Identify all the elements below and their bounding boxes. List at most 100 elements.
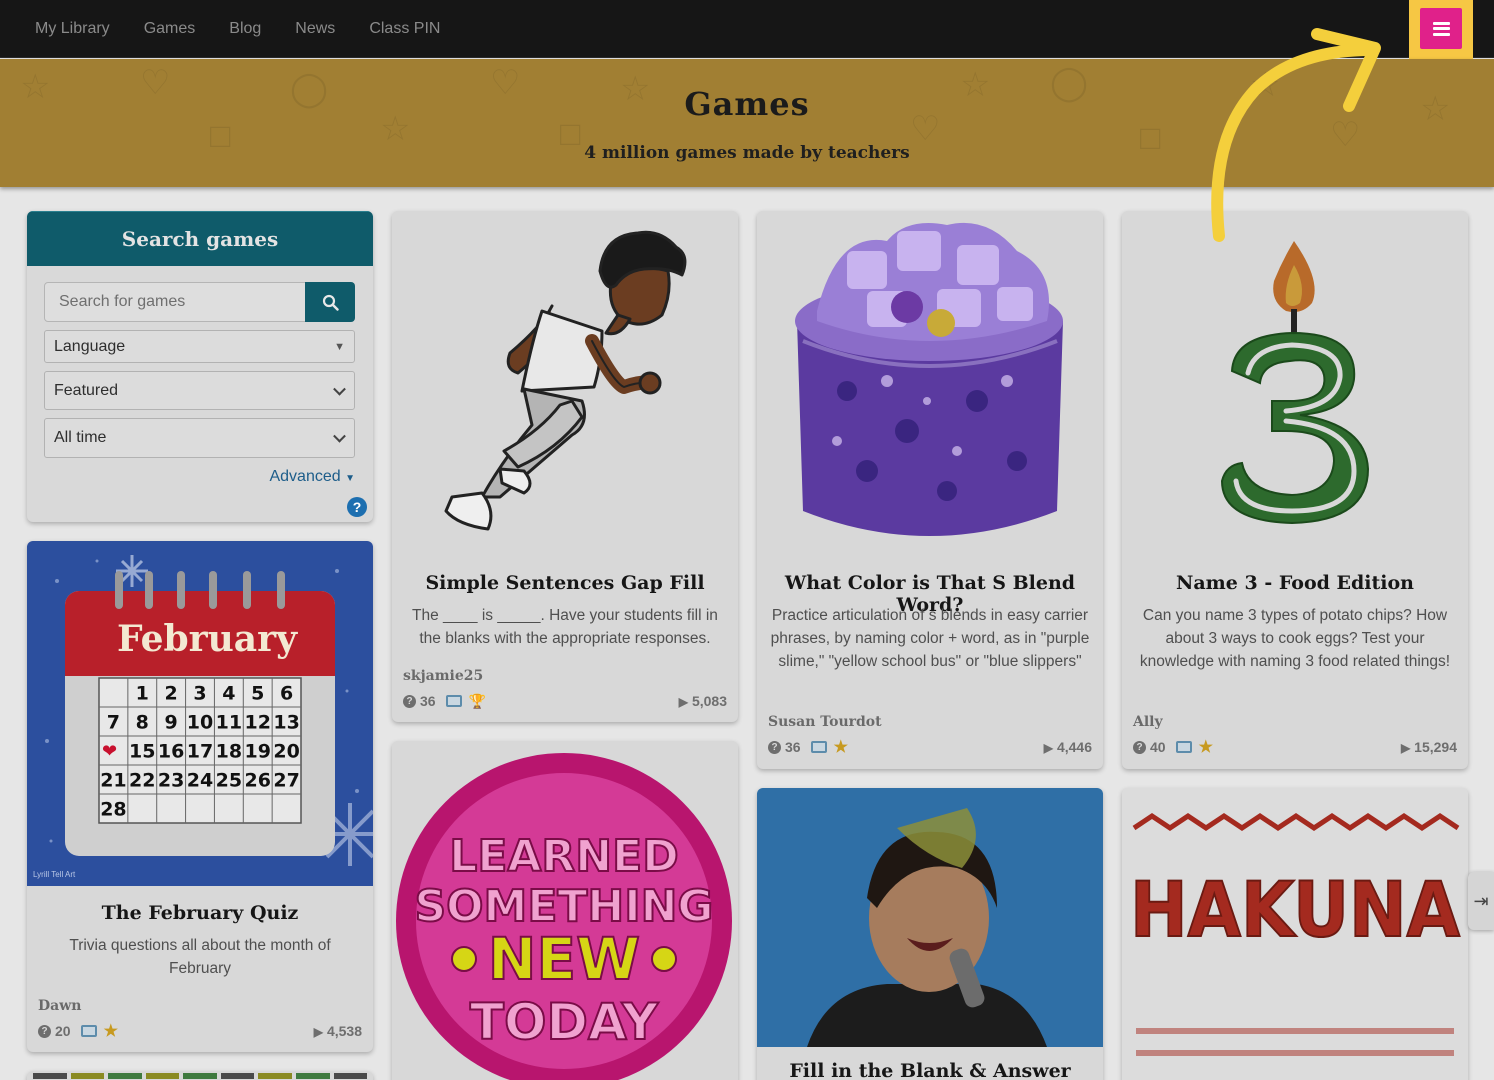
expand-icon: ⇥ (1473, 890, 1489, 911)
sort-select-value: Featured (54, 381, 119, 399)
calendar-day: 11 (216, 712, 242, 734)
badge-line-3: NEW (488, 925, 640, 993)
game-card-stats: ? 36 🏆 5,083 (403, 692, 727, 710)
image-icon (810, 741, 827, 753)
star-icon: ★ (1198, 739, 1213, 756)
calendar-day: 5 (251, 683, 264, 705)
question-circle-icon: ? (38, 1024, 51, 1038)
calendar-day: 10 (187, 712, 213, 734)
game-card-description: Trivia questions all about the month of … (69, 937, 331, 977)
question-count: 36 (420, 693, 436, 709)
game-thumbnail-slime (757, 211, 1103, 556)
question-count: 40 (1150, 739, 1166, 755)
calendar-day: 4 (222, 683, 235, 705)
question-count: 20 (55, 1023, 71, 1039)
hamburger-menu-button[interactable] (1420, 8, 1462, 49)
calendar-credit: Lyrill Tell Art (33, 870, 76, 879)
calendar-day: 8 (136, 712, 149, 734)
calendar-day: 22 (129, 770, 155, 792)
play-count: 4,538 (314, 1023, 362, 1039)
calendar-day: 1 (136, 683, 149, 705)
game-card-name-3[interactable]: Name 3 - Food Edition Can you name 3 typ… (1122, 211, 1468, 769)
calendar-day: 13 (273, 712, 299, 734)
nav-my-library[interactable]: My Library (18, 20, 127, 38)
nav-news[interactable]: News (278, 20, 352, 38)
hamburger-menu-icon (1432, 21, 1450, 36)
game-card-february-quiz[interactable]: February 1 2 3 4 5 6 7 8 9 10 11 12 13 15 16 17 18 19 20 21… (27, 541, 373, 1052)
svg-text:❤: ❤ (102, 741, 117, 761)
game-thumbnail-learned-badge: LEARNED SOMETHING NEW TODAY (392, 741, 738, 1080)
game-card-title: Simple Sentences Gap Fill (425, 572, 705, 594)
search-button[interactable] (305, 282, 355, 322)
badge-line-1: LEARNED (449, 831, 678, 882)
chevron-down-icon (333, 429, 346, 443)
game-card-simple-sentences[interactable]: Simple Sentences Gap Fill The ____ is __… (392, 211, 738, 722)
search-row (44, 282, 355, 322)
trophy-icon: 🏆 (468, 692, 487, 709)
game-card-description: Can you name 3 types of potato chips? Ho… (1139, 607, 1451, 670)
time-select[interactable]: All time (44, 418, 355, 458)
side-expand-tab[interactable]: ⇥ (1468, 872, 1494, 930)
calendar-day: 20 (273, 741, 299, 763)
search-panel-header: Search games (27, 211, 373, 266)
calendar-day: 19 (244, 741, 270, 763)
badge-line-4: TODAY (470, 993, 659, 1051)
caret-down-icon: ▼ (334, 340, 345, 353)
game-card-partial[interactable] (27, 1071, 373, 1080)
game-card-hakuna-matata[interactable]: HAKUNA (1122, 788, 1468, 1080)
question-circle-icon: ? (1133, 740, 1146, 754)
advanced-link[interactable]: Advanced ▼ (269, 468, 355, 486)
game-card-stats: ? 36 ★ 4,446 (768, 738, 1092, 756)
calendar-day: 15 (129, 741, 155, 763)
calendar-day: 25 (216, 770, 242, 792)
image-icon (445, 695, 462, 707)
game-card-title: Fill in the Blank & Answer (789, 1060, 1071, 1080)
chevron-down-icon (333, 382, 346, 396)
game-card-author: Susan Tourdot (768, 714, 882, 730)
search-icon (322, 294, 339, 311)
game-card-learned-something[interactable]: LEARNED SOMETHING NEW TODAY (392, 741, 738, 1080)
calendar-day: 21 (100, 770, 126, 792)
nav-games[interactable]: Games (127, 20, 213, 38)
calendar-day: 3 (193, 683, 206, 705)
game-card-description: The ____ is _____. Have your students fi… (412, 607, 718, 647)
calendar-month-label: February (117, 618, 298, 660)
search-input[interactable] (44, 282, 306, 322)
search-panel: Search games Language ▼ Featured All tim… (27, 211, 373, 522)
play-count: 5,083 (679, 693, 727, 709)
star-icon: ★ (833, 739, 848, 756)
game-card-author: skjamie25 (403, 668, 484, 684)
game-card-stats: ? 40 ★ 15,294 (1133, 738, 1457, 756)
calendar-day: 28 (100, 799, 126, 821)
question-count: 36 (785, 739, 801, 755)
language-select[interactable]: Language ▼ (44, 330, 355, 363)
star-icon: ★ (103, 1023, 118, 1040)
calendar-day: 6 (280, 683, 293, 705)
calendar-day: 27 (273, 770, 299, 792)
question-circle-icon: ? (403, 694, 416, 708)
game-thumbnail-hakuna-matata: HAKUNA (1122, 788, 1468, 1080)
play-count: 4,446 (1044, 739, 1092, 755)
game-card-stats: ? 20 ★ 4,538 (38, 1022, 362, 1040)
game-card-fill-blank[interactable]: Fill in the Blank & Answer (757, 788, 1103, 1080)
calendar-day: 23 (158, 770, 184, 792)
nav-links: My Library Games Blog News Class PIN (18, 0, 457, 58)
game-card-title: The February Quiz (101, 902, 299, 924)
hakuna-word: HAKUNA (1130, 865, 1460, 954)
time-select-value: All time (54, 429, 107, 446)
nav-blog[interactable]: Blog (212, 20, 278, 38)
game-thumbnail-birthday-candle (1122, 211, 1468, 556)
question-circle-icon: ? (768, 740, 781, 754)
calendar-day: 24 (187, 770, 213, 792)
caret-down-icon: ▼ (345, 473, 355, 484)
question-circle-icon[interactable]: ? (347, 497, 367, 517)
calendar-day: 2 (165, 683, 178, 705)
calendar-day: 7 (107, 712, 120, 734)
sort-select[interactable]: Featured (44, 371, 355, 410)
game-card-s-blend[interactable]: What Color is That S Blend Word? Practic… (757, 211, 1103, 769)
nav-class-pin[interactable]: Class PIN (352, 20, 457, 38)
game-thumbnail-laughing-person (757, 788, 1103, 1047)
language-select-value: Language (54, 337, 126, 355)
calendar-day: 26 (244, 770, 270, 792)
calendar-day: 12 (244, 712, 270, 734)
